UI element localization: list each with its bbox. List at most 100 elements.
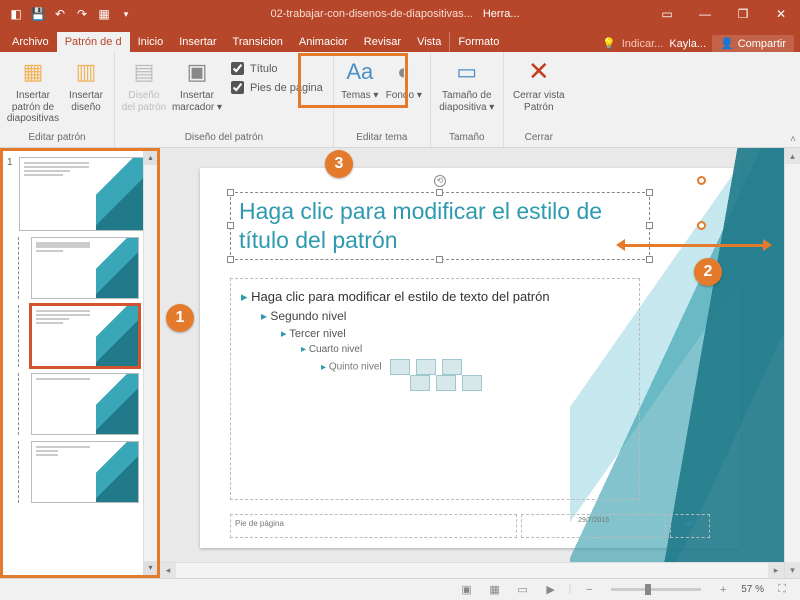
title-text[interactable]: Haga clic para modificar el estilo de tí… — [239, 198, 602, 253]
start-from-beginning-icon[interactable]: ▦ — [94, 4, 114, 24]
save-icon[interactable]: 💾 — [28, 4, 48, 24]
master-layout-icon: ▤ — [128, 56, 160, 88]
group-editar-label: Editar patrón — [28, 130, 85, 145]
zoom-in-icon[interactable]: + — [713, 582, 733, 598]
ribbon-options-icon[interactable]: ▭ — [648, 0, 686, 28]
insert-placeholder-icon: ▣ — [181, 56, 213, 88]
scroll-down-icon[interactable]: ▾ — [785, 562, 800, 578]
close-button[interactable]: ✕ — [762, 0, 800, 28]
content-placeholder[interactable]: Haga clic para modificar el estilo de te… — [230, 278, 640, 500]
group-diseno-label: Diseño del patrón — [185, 130, 263, 145]
tab-patron[interactable]: Patrón de d — [57, 32, 130, 52]
insertar-patron-button[interactable]: ▦ Insertar patrón de diapositivas — [6, 56, 60, 125]
titulo-checkbox[interactable] — [231, 62, 244, 75]
video-icon[interactable] — [462, 375, 482, 391]
pies-checkbox-row[interactable]: Pies de página — [231, 81, 323, 94]
cerrar-vista-button[interactable]: ✕ Cerrar vista Patrón — [510, 56, 568, 113]
diseno-del-patron-button: ▤ Diseño del patrón — [121, 56, 167, 113]
restore-button[interactable]: ❐ — [724, 0, 762, 28]
resize-handle[interactable] — [227, 222, 234, 229]
canvas-vertical-scrollbar[interactable]: ▴ ▾ — [784, 148, 800, 578]
slide-sorter-icon[interactable]: ▦ — [485, 582, 505, 598]
chart-icon[interactable] — [416, 359, 436, 375]
tab-inicio[interactable]: Inicio — [130, 32, 172, 52]
insertar-diseno-button[interactable]: ▥ Insertar diseño — [64, 56, 108, 113]
zoom-out-icon[interactable]: − — [579, 582, 599, 598]
qat-customize-icon[interactable]: ▾ — [116, 4, 136, 24]
body-level-5-text: Quinto nivel — [329, 362, 382, 373]
thumbnail-scrollbar[interactable]: ▴ ▾ — [143, 151, 157, 575]
undo-icon[interactable]: ↶ — [50, 4, 70, 24]
scroll-left-icon[interactable]: ◂ — [160, 563, 176, 578]
body-level-3[interactable]: Tercer nivel — [241, 327, 629, 340]
resize-handle[interactable] — [646, 256, 653, 263]
title-placeholder[interactable]: ⟲ Haga clic para modificar el estilo de … — [230, 192, 650, 260]
fit-to-window-icon[interactable]: ⛶ — [772, 582, 792, 598]
insert-slide-master-icon: ▦ — [17, 56, 49, 88]
rotate-handle-icon[interactable]: ⟲ — [434, 175, 446, 187]
resize-handle[interactable] — [646, 189, 653, 196]
thumbnail-scroll[interactable]: 1 ▴ ▾ — [3, 151, 157, 575]
temas-button[interactable]: Aa Temas ▾ — [340, 56, 380, 102]
tab-animaciones[interactable]: Animacior — [291, 32, 356, 52]
annotation-callout-2: 2 — [694, 258, 722, 286]
scroll-up-icon[interactable]: ▴ — [144, 151, 157, 165]
fondo-button[interactable]: ◐ Fondo ▾ — [384, 56, 424, 102]
collapse-ribbon-icon[interactable]: ˄ — [790, 134, 796, 145]
title-bar: ◧ 💾 ↶ ↷ ▦ ▾ 02-trabajar-con-disenos-de-d… — [0, 0, 800, 28]
slideshow-icon[interactable]: ▶ — [541, 582, 561, 598]
resize-handle[interactable] — [436, 256, 443, 263]
reading-view-icon[interactable]: ▭ — [513, 582, 533, 598]
tab-insertar[interactable]: Insertar — [171, 32, 224, 52]
group-cerrar-label: Cerrar — [525, 130, 553, 145]
tab-vista[interactable]: Vista — [409, 32, 449, 52]
scroll-down-icon[interactable]: ▾ — [144, 561, 157, 575]
insertar-patron-label: Insertar patrón de diapositivas — [6, 90, 60, 125]
tamano-diapositiva-button[interactable]: ▭ Tamaño de diapositiva ▾ — [437, 56, 497, 113]
share-button[interactable]: 👤 Compartir — [712, 35, 794, 52]
titulo-checkbox-row[interactable]: Título — [231, 62, 278, 75]
tab-revisar[interactable]: Revisar — [356, 32, 409, 52]
slide-number-placeholder[interactable]: ‹#› — [670, 514, 710, 538]
body-level-1[interactable]: Haga clic para modificar el estilo de te… — [241, 289, 629, 305]
minimize-button[interactable]: — — [686, 0, 724, 28]
body-level-2[interactable]: Segundo nivel — [241, 309, 629, 323]
table-icon[interactable] — [390, 359, 410, 375]
date-placeholder[interactable]: 29/7/2015 — [521, 514, 666, 538]
scroll-right-icon[interactable]: ▸ — [768, 563, 784, 578]
normal-view-icon[interactable]: ▣ — [457, 582, 477, 598]
body-level-4[interactable]: Cuarto nivel — [241, 344, 629, 355]
tell-me-text[interactable]: Indicar... — [622, 38, 664, 50]
tab-transiciones[interactable]: Transicion — [225, 32, 291, 52]
picture-icon[interactable] — [410, 375, 430, 391]
zoom-thumb[interactable] — [645, 584, 651, 595]
pies-label: Pies de página — [250, 82, 323, 94]
canvas-horizontal-scrollbar[interactable]: ◂ ▸ — [160, 562, 784, 578]
smartart-icon[interactable] — [442, 359, 462, 375]
online-picture-icon[interactable] — [436, 375, 456, 391]
redo-icon[interactable]: ↷ — [72, 4, 92, 24]
layout-thumbnail-3[interactable] — [31, 373, 157, 435]
zoom-level[interactable]: 57 % — [741, 584, 764, 595]
share-label: Compartir — [738, 38, 786, 50]
slide-canvas[interactable]: ⟲ Haga clic para modificar el estilo de … — [160, 148, 800, 578]
insertar-marcador-button[interactable]: ▣ Insertar marcador ▾ — [171, 56, 223, 113]
tab-archivo[interactable]: Archivo — [4, 32, 57, 52]
zoom-slider[interactable] — [611, 588, 701, 591]
annotation-resize-points — [700, 176, 703, 311]
pies-checkbox[interactable] — [231, 81, 244, 94]
resize-handle[interactable] — [436, 189, 443, 196]
body-level-5[interactable]: Quinto nivel — [241, 359, 629, 391]
resize-handle[interactable] — [227, 189, 234, 196]
account-name[interactable]: Kayla... — [669, 38, 706, 50]
tab-formato[interactable]: Formato — [449, 32, 507, 52]
resize-handle[interactable] — [227, 256, 234, 263]
layout-thumbnail-4[interactable] — [31, 441, 157, 503]
layout-thumbnail-1[interactable] — [31, 237, 157, 299]
scroll-up-icon[interactable]: ▴ — [785, 148, 800, 164]
document-name: 02-trabajar-con-disenos-de-diapositivas.… — [270, 8, 472, 20]
footer-text-placeholder[interactable]: Pie de página — [230, 514, 517, 538]
resize-handle[interactable] — [646, 222, 653, 229]
master-thumbnail[interactable]: 1 — [7, 157, 157, 231]
layout-thumbnail-2[interactable] — [31, 305, 157, 367]
